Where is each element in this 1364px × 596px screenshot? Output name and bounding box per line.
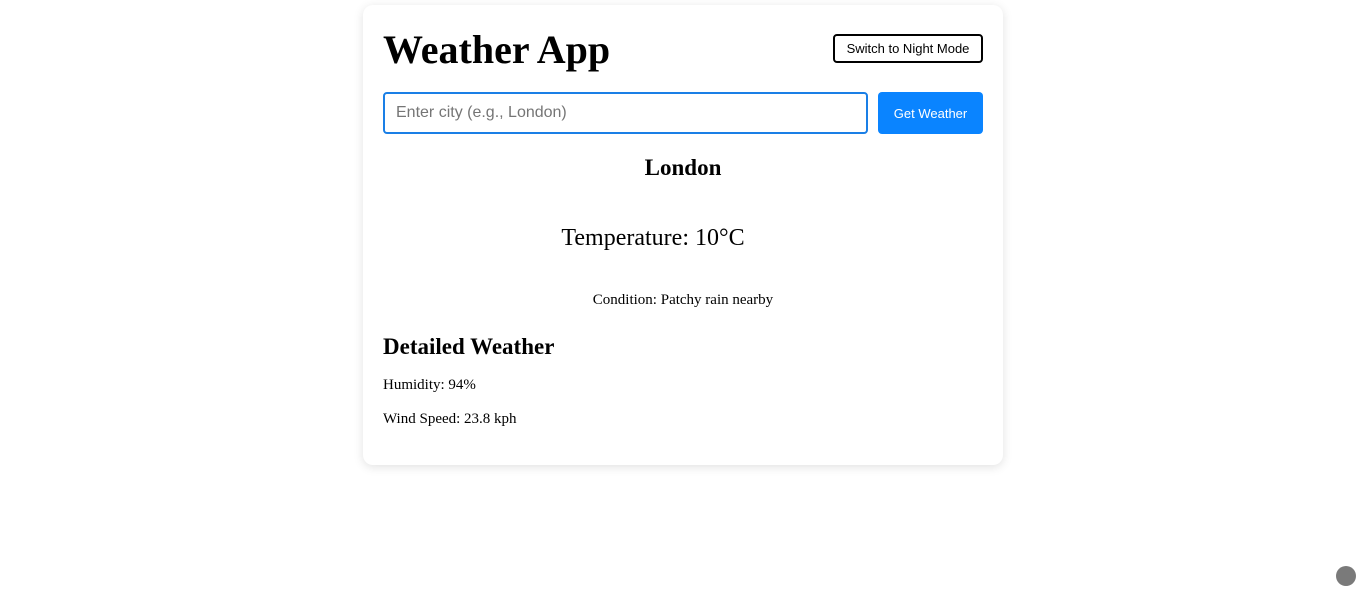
city-name: London xyxy=(644,155,722,180)
night-mode-toggle-button[interactable]: Switch to Night Mode xyxy=(833,34,983,63)
humidity-text: Humidity: 94% xyxy=(383,377,476,393)
wind-speed-text: Wind Speed: 23.8 kph xyxy=(383,411,517,427)
header: Weather App Switch to Night Mode xyxy=(383,5,983,92)
weather-card: Weather App Switch to Night Mode Get Wea… xyxy=(363,5,1003,465)
floating-indicator-icon[interactable] xyxy=(1336,566,1356,586)
condition-text: Condition: Patchy rain nearby xyxy=(592,292,774,308)
detailed-weather-heading: Detailed Weather xyxy=(383,334,555,359)
temperature-text: Temperature: 10°C xyxy=(561,225,745,251)
search-row: Get Weather xyxy=(383,92,983,134)
city-input[interactable] xyxy=(383,92,868,134)
get-weather-button[interactable]: Get Weather xyxy=(878,92,983,134)
app-title: Weather App xyxy=(383,26,611,72)
